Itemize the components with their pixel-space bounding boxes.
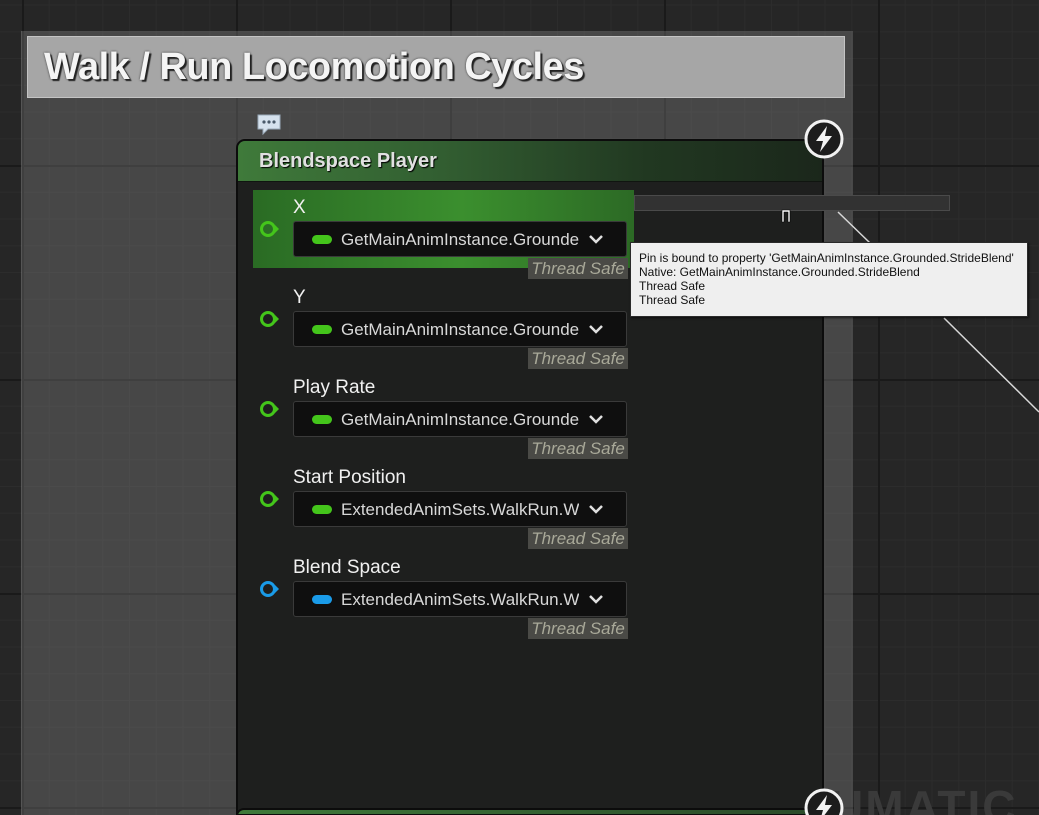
- tooltip-line: Thread Safe: [639, 293, 706, 307]
- type-dot: [312, 325, 332, 334]
- pin-row-x[interactable]: X GetMainAnimInstance.Grounded.StrideBle…: [253, 190, 634, 279]
- pin-circle-icon[interactable]: [260, 580, 279, 598]
- chevron-down-icon: [589, 235, 603, 244]
- binding-tooltip-bar: [634, 195, 950, 211]
- chevron-down-icon: [589, 325, 603, 334]
- pin-label: Play Rate: [293, 377, 376, 398]
- binding-value: GetMainAnimInstance.Grounded: [341, 410, 579, 429]
- type-dot: [312, 415, 332, 424]
- comment-header[interactable]: Walk / Run Locomotion Cycles: [27, 36, 845, 98]
- pin-label: Start Position: [293, 467, 406, 488]
- chevron-down-icon: [589, 505, 603, 514]
- thread-safe-badge: Thread Safe: [528, 438, 628, 459]
- pin-circle-icon[interactable]: [260, 220, 279, 238]
- binding-tooltip: Pin is bound to property 'GetMainAnimIns…: [630, 242, 1028, 317]
- type-dot: [312, 595, 332, 604]
- watermark-text: UMATIC: [830, 781, 1018, 815]
- graph-canvas[interactable]: Walk / Run Locomotion Cycles Blendspace …: [0, 0, 1039, 815]
- pin-label: Y: [293, 287, 306, 308]
- binding-dropdown[interactable]: ExtendedAnimSets.WalkRun.W: [293, 491, 627, 527]
- binding-dropdown[interactable]: ExtendedAnimSets.WalkRun.W: [293, 581, 627, 617]
- lightning-icon: [804, 788, 844, 815]
- next-node-header[interactable]: [236, 808, 824, 815]
- lightning-icon: [804, 119, 844, 159]
- comment-bubble-icon[interactable]: [256, 113, 282, 136]
- type-dot: [312, 505, 332, 514]
- cursor-icon: [781, 208, 791, 224]
- node-header[interactable]: Blendspace Player: [238, 141, 822, 182]
- pin-row-start-position[interactable]: Start Position ExtendedAnimSets.WalkRun.…: [253, 460, 634, 549]
- chevron-down-icon: [589, 415, 603, 424]
- binding-dropdown[interactable]: GetMainAnimInstance.Grounded: [293, 311, 627, 347]
- comment-title: Walk / Run Locomotion Cycles: [44, 46, 584, 88]
- thread-safe-badge: Thread Safe: [528, 348, 628, 369]
- pin-row-blend-space[interactable]: Blend Space ExtendedAnimSets.WalkRun.W T…: [253, 550, 634, 639]
- pin-circle-icon[interactable]: [260, 490, 279, 508]
- binding-value: ExtendedAnimSets.WalkRun.W: [341, 500, 579, 519]
- tooltip-line: Native: GetMainAnimInstance.Grounded.Str…: [639, 265, 920, 279]
- pin-circle-icon[interactable]: [260, 400, 279, 418]
- pin-label: Blend Space: [293, 557, 401, 578]
- pin-circle-icon[interactable]: [260, 310, 279, 328]
- tooltip-line: Pin is bound to property 'GetMainAnimIns…: [639, 251, 1014, 265]
- pin-row-play-rate[interactable]: Play Rate GetMainAnimInstance.Grounded T…: [253, 370, 634, 459]
- pin-row-y[interactable]: Y GetMainAnimInstance.Grounded Thread Sa…: [253, 280, 634, 369]
- binding-dropdown[interactable]: GetMainAnimInstance.Grounded: [293, 401, 627, 437]
- thread-safe-badge: Thread Safe: [528, 618, 628, 639]
- tooltip-line: Thread Safe: [639, 279, 706, 293]
- type-dot: [312, 235, 332, 244]
- binding-value: GetMainAnimInstance.Grounded: [341, 320, 579, 339]
- thread-safe-badge: Thread Safe: [528, 258, 628, 279]
- pin-label: X: [293, 197, 306, 218]
- binding-value: GetMainAnimInstance.Grounded.StrideBlend: [341, 230, 579, 249]
- thread-safe-badge: Thread Safe: [528, 528, 628, 549]
- binding-value: ExtendedAnimSets.WalkRun.W: [341, 590, 579, 609]
- node-title: Blendspace Player: [259, 150, 437, 172]
- chevron-down-icon: [589, 595, 603, 604]
- binding-dropdown[interactable]: GetMainAnimInstance.Grounded.StrideBlend: [293, 221, 627, 257]
